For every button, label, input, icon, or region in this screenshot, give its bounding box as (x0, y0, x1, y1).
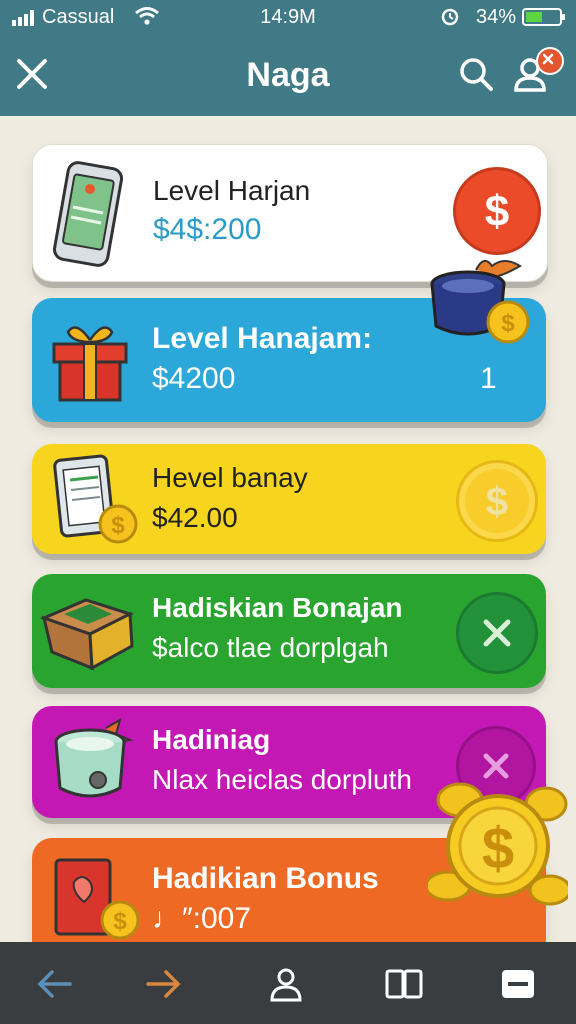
level-card-3[interactable]: $ Hevel banay $42.00 $ (32, 444, 546, 554)
card-amount: $4200 (152, 362, 236, 395)
bottom-nav (0, 942, 576, 1024)
card-amount: $42.00 (152, 502, 238, 533)
card-subtitle: Nlax heiclas dorpluth (152, 764, 412, 795)
card-title: Hadiniag (152, 724, 271, 755)
gold-coin-icon: $ (428, 782, 568, 906)
search-button[interactable] (456, 54, 496, 94)
gift-icon (52, 326, 128, 402)
menu-icon (502, 970, 534, 998)
card-amount: $4$:200 (153, 213, 262, 246)
card-title: Level Hanajam: (152, 322, 373, 355)
profile-icon (270, 968, 302, 1002)
card-title: Level Harjan (153, 175, 311, 206)
card-title: Hadiskian Bonajan (152, 592, 403, 623)
back-arrow-icon (37, 970, 72, 998)
svg-text:$: $ (113, 908, 127, 935)
card-title: Hevel banay (152, 462, 308, 493)
notification-badge[interactable] (536, 47, 564, 75)
status-bar: Cassual 14:9M 34% (0, 0, 576, 36)
box-icon (40, 598, 134, 670)
coin-button[interactable]: $ (456, 460, 538, 542)
card-title: Hadikian Bonus (152, 862, 379, 895)
svg-text:$: $ (501, 310, 515, 337)
alarm-icon (441, 8, 459, 26)
book-tab[interactable] (384, 964, 424, 1004)
profile-tab[interactable] (266, 964, 306, 1004)
back-button[interactable] (34, 964, 74, 1004)
svg-text:$: $ (482, 816, 514, 881)
battery-percent: 34% (476, 6, 517, 28)
card-subtitle: ♩″:007 (152, 902, 252, 935)
forward-button[interactable] (144, 964, 184, 1004)
book-coin-icon: $ (54, 858, 140, 940)
level-card-4[interactable]: Hadiskian Bonajan $alco tlae dorplgah (32, 574, 546, 688)
phone-icon (52, 161, 124, 267)
card-subtitle: $alco tlae dorplgah (152, 632, 389, 663)
top-bar: Cassual 14:9M 34% Naga (0, 0, 576, 116)
pot-icon: $ (430, 259, 530, 344)
menu-tab[interactable] (498, 964, 538, 1004)
battery-icon (522, 8, 565, 26)
close-icon (483, 619, 511, 647)
forward-arrow-icon (146, 970, 181, 998)
bucket-icon (54, 717, 134, 798)
search-icon (460, 58, 493, 91)
coin-button[interactable]: $ (453, 167, 541, 255)
svg-text:$: $ (111, 512, 125, 539)
dollar-icon: $ (485, 187, 509, 236)
dismiss-button[interactable] (456, 592, 538, 674)
close-icon (542, 53, 554, 65)
svg-text:$: $ (485, 187, 509, 236)
book-icon (385, 969, 423, 999)
receipt-icon: $ (53, 454, 138, 544)
dollar-icon: $ (486, 480, 508, 524)
svg-text:$: $ (486, 480, 508, 524)
card-count: 1 (480, 362, 497, 395)
